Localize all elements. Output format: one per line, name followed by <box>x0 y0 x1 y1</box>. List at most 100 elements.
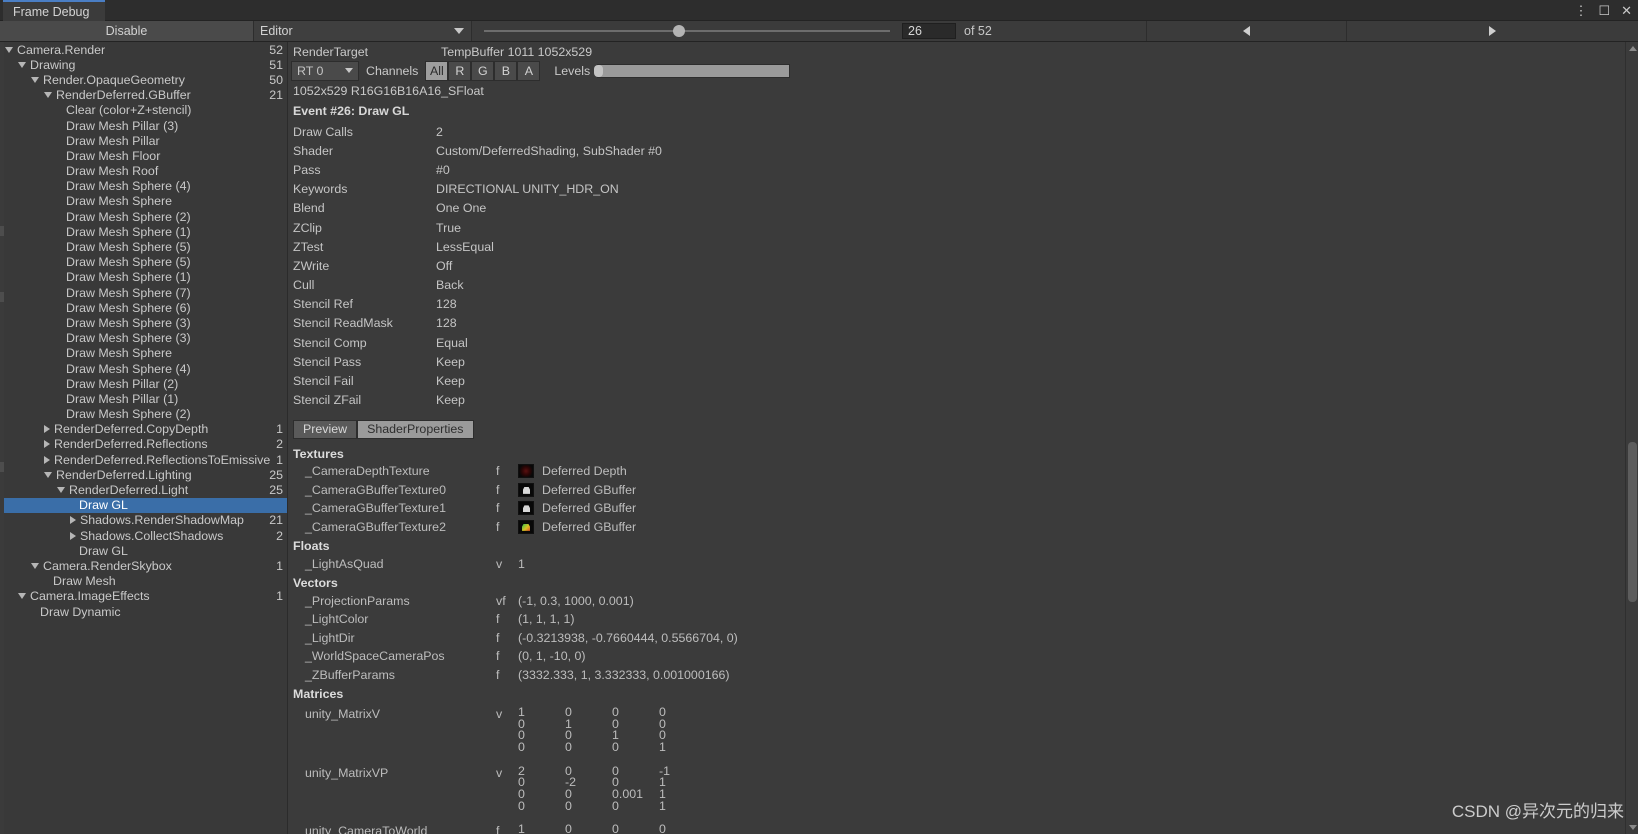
channel-button-b[interactable]: B <box>494 61 518 81</box>
rt-select-dropdown[interactable]: RT 0 <box>291 61 359 81</box>
tree-item[interactable]: Camera.ImageEffects 1 <box>0 589 287 604</box>
event-slider[interactable] <box>472 21 902 41</box>
chevron-down-icon[interactable] <box>31 562 39 569</box>
chevron-down-icon[interactable] <box>5 46 13 53</box>
matrix-row: unity_CameraToWorld f 1 0 0 0 <box>289 823 1638 834</box>
tree-item[interactable]: Draw Mesh Pillar (3) <box>0 118 287 133</box>
channel-button-g[interactable]: G <box>471 61 495 81</box>
texture-thumbnail[interactable] <box>518 482 534 497</box>
chevron-down-icon[interactable] <box>18 593 26 600</box>
tree-item[interactable]: Draw Dynamic <box>0 604 287 619</box>
scroll-down-icon[interactable] <box>1629 825 1637 830</box>
close-icon[interactable]: ✕ <box>1621 4 1632 17</box>
property-key: Draw Calls <box>293 124 353 139</box>
matrix-cell: 1 <box>659 739 666 754</box>
tree-item[interactable]: RenderDeferred.ReflectionsToEmissive 1 <box>0 452 287 467</box>
target-dropdown[interactable]: Editor <box>254 21 472 41</box>
chevron-down-icon[interactable] <box>31 76 39 83</box>
tree-item-label: RenderDeferred.Reflections <box>54 437 208 452</box>
scrollbar-thumb[interactable] <box>1628 442 1637 602</box>
chevron-right-icon[interactable] <box>70 516 76 525</box>
tree-item[interactable]: Draw Mesh Pillar (2) <box>0 376 287 391</box>
matrix-cell: 0 <box>565 798 572 813</box>
property-key: Stencil Comp <box>293 335 367 350</box>
tree-item[interactable]: Draw Mesh Sphere <box>0 194 287 209</box>
tab-preview[interactable]: Preview <box>293 419 358 439</box>
tree-item[interactable]: Camera.RenderSkybox 1 <box>0 558 287 573</box>
tree-item[interactable]: Shadows.CollectShadows 2 <box>0 528 287 543</box>
property-row: Stencil Comp Equal <box>289 333 1638 352</box>
tab-frame-debug[interactable]: Frame Debug <box>3 0 106 21</box>
next-event-button[interactable] <box>1346 21 1638 41</box>
texture-thumbnail[interactable] <box>518 464 534 479</box>
tree-item[interactable]: Draw Mesh Sphere (7) <box>0 285 287 300</box>
tree-item[interactable]: Draw Mesh Sphere (3) <box>0 315 287 330</box>
tree-item[interactable]: RenderDeferred.GBuffer 21 <box>0 88 287 103</box>
texture-thumbnail[interactable] <box>518 519 534 534</box>
tree-item[interactable]: Draw Mesh Sphere (6) <box>0 300 287 315</box>
tree-item[interactable]: Clear (color+Z+stencil) <box>0 103 287 118</box>
chevron-right-icon[interactable] <box>44 440 50 449</box>
tree-item[interactable]: Render.OpaqueGeometry 50 <box>0 72 287 87</box>
event-slider-knob[interactable] <box>672 25 685 37</box>
matrix-cell: 0 <box>565 786 572 801</box>
shader-property-value: (1, 1, 1, 1) <box>518 612 575 627</box>
chevron-right-icon[interactable] <box>70 531 76 540</box>
chevron-down-icon[interactable] <box>18 61 26 68</box>
property-key: Blend <box>293 201 325 216</box>
tree-item[interactable]: Draw Mesh Floor <box>0 148 287 163</box>
tree-item[interactable]: Draw Mesh Sphere (4) <box>0 179 287 194</box>
tree-item[interactable]: Draw Mesh Sphere (1) <box>0 224 287 239</box>
event-details-panel: RenderTarget TempBuffer 1011 1052x529 RT… <box>289 42 1638 834</box>
tree-item[interactable]: Draw Mesh Sphere (5) <box>0 255 287 270</box>
channel-button-a[interactable]: A <box>517 61 541 81</box>
texture-thumbnail[interactable] <box>518 501 534 516</box>
tree-item[interactable]: Draw Mesh Sphere (4) <box>0 361 287 376</box>
kebab-menu-icon[interactable]: ⋮ <box>1574 4 1587 17</box>
tree-item[interactable]: Shadows.RenderShadowMap 21 <box>0 513 287 528</box>
tab-shaderproperties[interactable]: ShaderProperties <box>357 419 474 439</box>
tree-item[interactable]: Draw Mesh Sphere (2) <box>0 407 287 422</box>
levels-slider[interactable] <box>594 64 791 78</box>
chevron-right-icon[interactable] <box>44 425 50 434</box>
tree-item[interactable]: Draw Mesh Sphere (5) <box>0 239 287 254</box>
tree-item[interactable]: Draw Mesh <box>0 574 287 589</box>
tree-item[interactable]: Draw Mesh Sphere <box>0 346 287 361</box>
details-scrollbar[interactable] <box>1625 42 1638 834</box>
tree-item[interactable]: Draw Mesh Sphere (1) <box>0 270 287 285</box>
chevron-down-icon[interactable] <box>57 487 65 494</box>
tree-item[interactable]: Draw Mesh Pillar (1) <box>0 391 287 406</box>
tree-item[interactable]: RenderDeferred.Reflections 2 <box>0 437 287 452</box>
chevron-down-icon[interactable] <box>44 92 52 99</box>
tree-item[interactable]: Draw Mesh Sphere (3) <box>0 331 287 346</box>
shader-property-type: f <box>496 482 500 497</box>
tree-item[interactable]: RenderDeferred.CopyDepth 1 <box>0 422 287 437</box>
matrix-cell: 1 <box>565 716 572 731</box>
scroll-up-icon[interactable] <box>1629 46 1637 51</box>
tree-item[interactable]: Draw GL <box>0 543 287 558</box>
tree-item[interactable]: Camera.Render 52 <box>0 42 287 57</box>
event-tree[interactable]: Camera.Render 52 Drawing 51 Render.OpaqueGeo… <box>0 42 288 834</box>
chevron-down-icon[interactable] <box>44 471 52 478</box>
event-slider-track[interactable] <box>484 25 890 37</box>
shader-property-type: f <box>496 464 500 479</box>
previous-event-button[interactable] <box>1146 21 1346 41</box>
maximize-icon[interactable]: ☐ <box>1598 4 1610 17</box>
channel-button-all[interactable]: All <box>425 61 449 81</box>
tree-item[interactable]: Draw GL <box>0 497 287 513</box>
tree-item[interactable]: Drawing 51 <box>0 57 287 72</box>
chevron-right-icon[interactable] <box>44 455 50 464</box>
channel-button-r[interactable]: R <box>448 61 472 81</box>
shader-property-row: _WorldSpaceCameraPos f (0, 1, -10, 0) <box>289 649 1638 668</box>
tree-item[interactable]: Draw Mesh Sphere (2) <box>0 209 287 224</box>
watermark: CSDN @异次元的归来 <box>1451 802 1624 821</box>
disable-button[interactable]: Disable <box>0 21 254 41</box>
event-index-input[interactable]: 26 <box>902 23 956 39</box>
tree-item[interactable]: Draw Mesh Roof <box>0 164 287 179</box>
tree-item[interactable]: RenderDeferred.Lighting 25 <box>0 467 287 482</box>
shader-property-value: (-0.3213938, -0.7660444, 0.5566704, 0) <box>518 630 738 645</box>
shader-property-type: f <box>496 630 500 645</box>
matrix-values: 2 0 0 -1 0 -2 0 1 0 0 0.001 1 0 0 0 1 <box>518 765 706 813</box>
tree-item[interactable]: RenderDeferred.Light 25 <box>0 482 287 497</box>
tree-item[interactable]: Draw Mesh Pillar <box>0 133 287 148</box>
